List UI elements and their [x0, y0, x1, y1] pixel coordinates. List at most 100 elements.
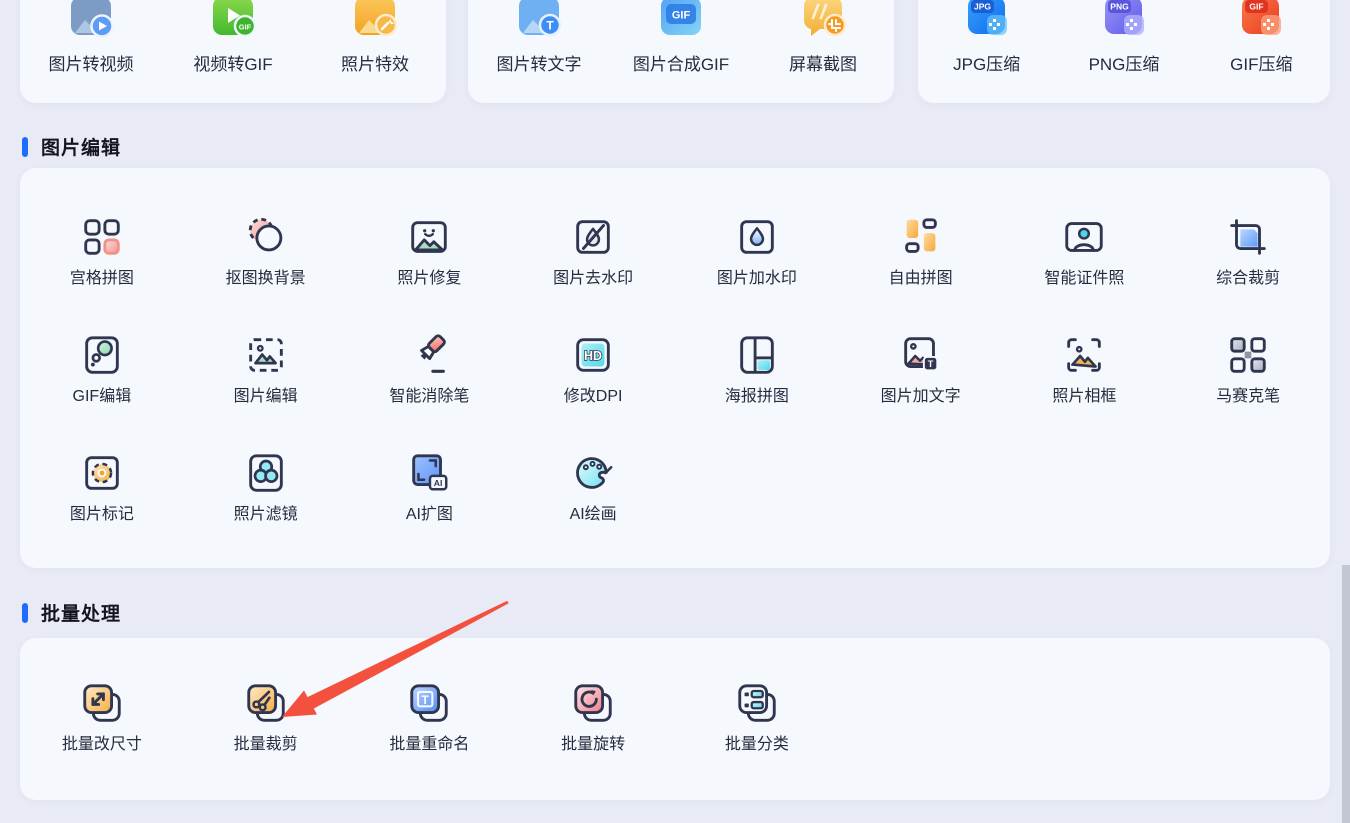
- photo-frame-icon: [1061, 332, 1107, 378]
- svg-text:GIF: GIF: [239, 23, 252, 32]
- video-to-gif-icon: GIF: [209, 0, 257, 41]
- batch-rotate-icon: [570, 680, 616, 726]
- tool-crop[interactable]: 综合裁剪: [1166, 214, 1330, 332]
- tool-label: 照片修复: [397, 270, 462, 287]
- tool-screenshot[interactable]: 屏幕截图: [752, 0, 894, 103]
- tool-id-photo[interactable]: 智能证件照: [1003, 214, 1167, 332]
- tool-image-to-gif[interactable]: GIF 图片合成GIF: [610, 0, 752, 103]
- tool-gif-compress[interactable]: GIF GIF压缩: [1193, 0, 1330, 103]
- tool-video-to-gif[interactable]: GIF 视频转GIF: [162, 0, 304, 103]
- tool-label: 宫格拼图: [69, 270, 134, 287]
- tool-label: 照片相框: [1052, 388, 1117, 405]
- gif-edit-icon: [79, 332, 125, 378]
- tool-image-to-video[interactable]: 图片转视频: [20, 0, 162, 103]
- tool-image-to-text[interactable]: T 图片转文字: [468, 0, 610, 103]
- tool-remove-watermark[interactable]: 图片去水印: [511, 214, 675, 332]
- section-title: 图片编辑: [41, 138, 122, 159]
- tool-batch-classify[interactable]: 批量分类: [675, 680, 839, 798]
- tool-label: 批量裁剪: [233, 736, 298, 753]
- tool-label: 修改DPI: [563, 388, 623, 405]
- tool-batch-crop[interactable]: 批量裁剪: [184, 680, 348, 798]
- tool-label: GIF压缩: [1230, 55, 1293, 74]
- image-edit-tools-card: 宫格拼图 抠图换背景 照片修复 图片去水印 图片加水印 自由拼图 智能证件照 综合裁剪 GIF编…: [20, 168, 1330, 568]
- tool-label: AI扩图: [405, 506, 453, 523]
- tool-smart-eraser[interactable]: 智能消除笔: [348, 332, 512, 450]
- tool-photo-effects[interactable]: 照片特效: [304, 0, 446, 103]
- tool-label: 抠图换背景: [225, 270, 306, 287]
- cutout-background-icon: [243, 214, 289, 260]
- tool-label: 图片加文字: [880, 388, 961, 405]
- tool-poster-collage[interactable]: 海报拼图: [675, 332, 839, 450]
- svg-text:T: T: [546, 19, 554, 33]
- poster-collage-icon: [734, 332, 780, 378]
- tool-jpg-compress[interactable]: JPG JPG压缩: [918, 0, 1055, 103]
- photo-effects-icon: [351, 0, 399, 41]
- svg-text:AI: AI: [434, 478, 443, 488]
- tool-png-compress[interactable]: PNG PNG压缩: [1055, 0, 1192, 103]
- tool-cutout-background[interactable]: 抠图换背景: [184, 214, 348, 332]
- tool-gif-edit[interactable]: GIF编辑: [20, 332, 184, 450]
- ai-expand-icon: AI: [406, 450, 452, 496]
- batch-resize-icon: [79, 680, 125, 726]
- tool-label: 海报拼图: [724, 388, 789, 405]
- mosaic-pen-icon: [1225, 332, 1271, 378]
- tool-image-mark[interactable]: 图片标记: [20, 450, 184, 568]
- image-to-video-icon: [67, 0, 115, 41]
- tool-batch-rename[interactable]: T 批量重命名: [348, 680, 512, 798]
- tool-label: 图片去水印: [553, 270, 634, 287]
- image-mark-icon: [79, 450, 125, 496]
- tool-dpi[interactable]: HD 修改DPI: [511, 332, 675, 450]
- quick-tools-card-compose: T 图片转文字 GIF 图片合成GIF 屏幕截图: [468, 0, 894, 103]
- image-edit-icon: [243, 332, 289, 378]
- jpg-compress-icon: JPG: [963, 0, 1011, 41]
- batch-rename-icon: T: [406, 680, 452, 726]
- tool-mosaic-pen[interactable]: 马赛克笔: [1166, 332, 1330, 450]
- photo-filter-icon: [243, 450, 289, 496]
- tool-label: 智能消除笔: [389, 388, 470, 405]
- tool-label: 批量改尺寸: [61, 736, 142, 753]
- tool-label: 批量分类: [724, 736, 789, 753]
- tool-label: 照片特效: [341, 55, 409, 74]
- tool-photo-frame[interactable]: 照片相框: [1003, 332, 1167, 450]
- tool-label: 图片转视频: [48, 55, 134, 74]
- tool-image-edit[interactable]: 图片编辑: [184, 332, 348, 450]
- tool-label: PNG压缩: [1088, 55, 1160, 74]
- tool-batch-rotate[interactable]: 批量旋转: [511, 680, 675, 798]
- dpi-icon: HD: [570, 332, 616, 378]
- crop-icon: [1225, 214, 1271, 260]
- svg-text:T: T: [422, 695, 429, 707]
- scrollbar-thumb[interactable]: [1342, 565, 1350, 823]
- tool-photo-filter[interactable]: 照片滤镜: [184, 450, 348, 568]
- tool-label: 图片转文字: [496, 55, 582, 74]
- photo-repair-icon: [406, 214, 452, 260]
- svg-text:GIF: GIF: [672, 10, 691, 22]
- tool-grid-collage[interactable]: 宫格拼图: [20, 214, 184, 332]
- free-collage-icon: [898, 214, 944, 260]
- tool-image-add-text[interactable]: T 图片加文字: [839, 332, 1003, 450]
- tool-label: 自由拼图: [888, 270, 953, 287]
- tool-photo-repair[interactable]: 照片修复: [348, 214, 512, 332]
- tool-add-watermark[interactable]: 图片加水印: [675, 214, 839, 332]
- tool-label: 图片合成GIF: [632, 55, 730, 74]
- tool-label: 批量重命名: [389, 736, 470, 753]
- svg-text:JPG: JPG: [974, 2, 991, 12]
- image-to-gif-icon: GIF: [657, 0, 705, 41]
- tool-free-collage[interactable]: 自由拼图: [839, 214, 1003, 332]
- tool-batch-resize[interactable]: 批量改尺寸: [20, 680, 184, 798]
- tool-label: 屏幕截图: [789, 55, 857, 74]
- section-title: 批量处理: [41, 604, 122, 625]
- tool-ai-expand[interactable]: AI AI扩图: [348, 450, 512, 568]
- add-watermark-icon: [734, 214, 780, 260]
- section-header-batch: 批量处理: [22, 599, 121, 626]
- tool-label: 批量旋转: [561, 736, 626, 753]
- svg-text:T: T: [927, 359, 933, 369]
- id-photo-icon: [1061, 214, 1107, 260]
- remove-watermark-icon: [570, 214, 616, 260]
- tool-ai-paint[interactable]: AI绘画: [511, 450, 675, 568]
- screenshot-icon: [799, 0, 847, 41]
- svg-text:PNG: PNG: [1110, 2, 1129, 12]
- tool-label: GIF编辑: [72, 388, 132, 405]
- batch-tools-card: 批量改尺寸 批量裁剪 T 批量重命名 批量旋转 批量分类: [20, 638, 1330, 800]
- ai-paint-icon: [570, 450, 616, 496]
- tool-label: 图片编辑: [233, 388, 298, 405]
